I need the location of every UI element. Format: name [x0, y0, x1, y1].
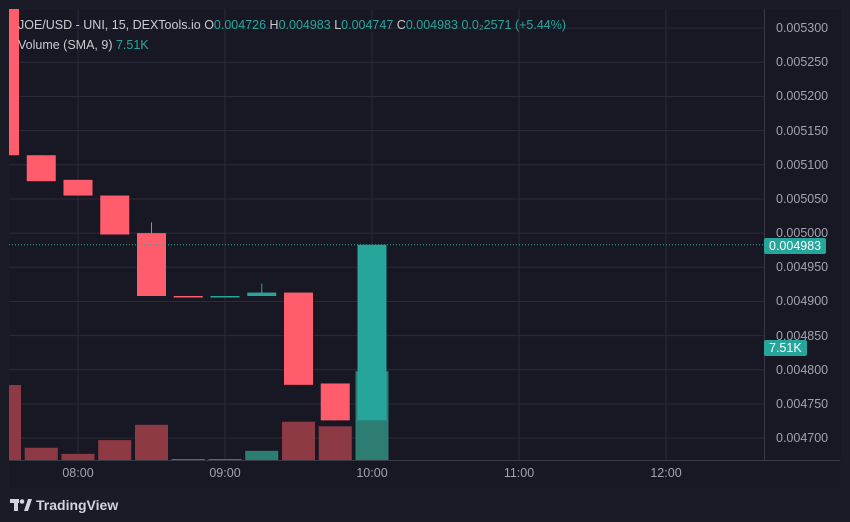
volume-bar	[9, 385, 21, 460]
volume-bar	[245, 450, 279, 460]
time-tick-label: 10:00	[356, 466, 388, 480]
legend-close-key: C	[396, 18, 406, 32]
time-axis[interactable]	[9, 460, 840, 488]
time-tick-label: 09:00	[209, 466, 241, 480]
last-price-badge: 0.004983	[764, 238, 827, 254]
price-tick-label: 0.004900	[776, 294, 829, 309]
volume-bar	[24, 447, 58, 460]
legend-change: 0.0₂2571 (+5.44%)	[461, 18, 567, 32]
candle-body	[26, 155, 56, 182]
tradingview-logo-icon	[10, 499, 32, 511]
price-tick-label: 0.004800	[776, 362, 829, 377]
candle-body	[210, 296, 240, 298]
legend-ohlc-row: JOE/USD - UNI, 15, DEXTools.io O0.004726…	[18, 16, 566, 36]
candle-body	[63, 179, 93, 196]
tradingview-brand[interactable]: TradingView	[10, 495, 118, 515]
legend-open-value: 0.004726	[213, 18, 267, 32]
candle-body	[357, 244, 387, 421]
price-tick-label: 0.005300	[776, 21, 829, 36]
legend-close-value: 0.004983	[405, 18, 458, 32]
price-tick-label: 0.004750	[776, 396, 829, 411]
tradingview-brand-label: TradingView	[36, 497, 119, 513]
legend: JOE/USD - UNI, 15, DEXTools.io O0.004726…	[18, 16, 566, 56]
candle-body	[320, 383, 350, 421]
price-tick-label: 0.004950	[776, 260, 829, 275]
candle-body	[247, 292, 277, 296]
legend-volume-value: 7.51K	[115, 38, 149, 52]
legend-symbol[interactable]: JOE/USD - UNI, 15, DEXTools.io	[18, 18, 201, 32]
legend-high-value: 0.004983	[278, 18, 331, 32]
candle-body	[173, 296, 203, 298]
chart-frame: JOE/USD - UNI, 15, DEXTools.io O0.004726…	[0, 0, 850, 522]
time-tick-label: 11:00	[503, 466, 535, 480]
price-tick-label: 0.005050	[776, 191, 829, 206]
candle-body	[284, 292, 313, 385]
price-tick-label: 0.005100	[776, 157, 829, 172]
price-tick-label: 0.005200	[776, 89, 829, 104]
volume-bar	[282, 421, 315, 460]
time-tick-label: 12:00	[650, 466, 682, 480]
candle-body	[137, 233, 166, 296]
volume-bar	[98, 440, 132, 460]
legend-high-key: H	[269, 18, 279, 32]
price-tick-label: 0.005150	[776, 123, 829, 138]
candlestick-chart	[9, 9, 764, 460]
legend-open-key: O	[204, 18, 214, 32]
candle-body	[100, 195, 130, 235]
legend-volume-row: Volume (SMA, 9) 7.51K	[18, 36, 566, 56]
legend-volume-label[interactable]: Volume (SMA, 9)	[18, 38, 112, 52]
price-tick-label: 0.005250	[776, 55, 829, 70]
volume-badge: 7.51K	[764, 340, 807, 356]
price-tick-label: 0.004700	[776, 431, 829, 446]
volume-bar	[135, 424, 168, 460]
volume-bar	[318, 426, 352, 460]
legend-low-value: 0.004747	[341, 18, 394, 32]
time-tick-label: 08:00	[62, 466, 94, 480]
plot-area[interactable]	[9, 9, 764, 460]
